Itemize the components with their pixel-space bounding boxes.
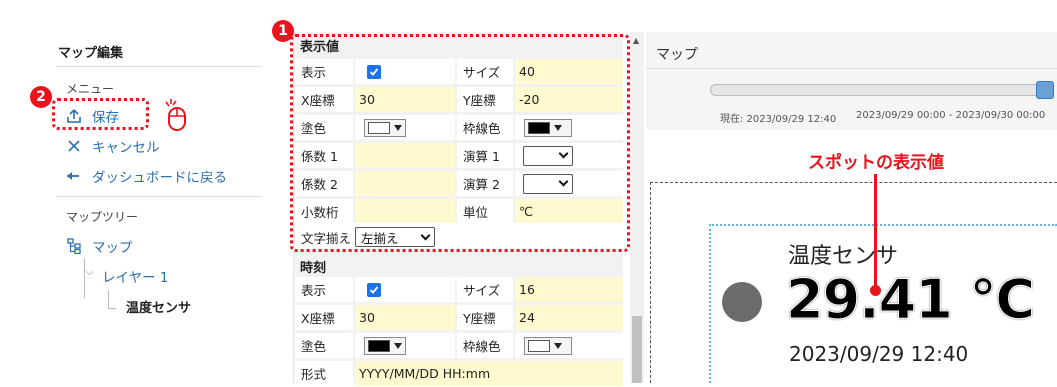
time-stroke-cell — [515, 333, 623, 358]
time-slider[interactable] — [710, 84, 1050, 96]
tree-map-label: マップ — [92, 240, 133, 256]
tree-item-sensor[interactable]: 温度センサ — [126, 297, 191, 316]
time-row-show: 表示 サイズ 16 — [295, 276, 623, 303]
time-row-colors: 塗色 枠線色 — [295, 332, 623, 359]
annotation-frame-save — [52, 98, 149, 130]
caret-down-icon — [394, 342, 402, 349]
divider — [646, 68, 1057, 69]
caret-down-icon — [554, 342, 562, 349]
time-row-xy: X座標 30 Y座標 24 — [295, 304, 623, 331]
divider — [56, 196, 262, 197]
time-range: 2023/09/29 00:00 - 2023/09/30 00:00 — [856, 110, 1046, 121]
scrollbar-thumb[interactable] — [632, 316, 642, 383]
time-format-label: 形式 — [295, 361, 353, 386]
tree-icon — [66, 238, 82, 254]
time-show-label: 表示 — [295, 277, 353, 302]
sensor-status-indicator — [722, 282, 762, 322]
annotation-frame-display — [290, 34, 630, 252]
tree-item-layer[interactable]: レイヤー 1 — [102, 266, 168, 286]
time-stroke-color-picker[interactable] — [524, 336, 572, 355]
tree-connector — [108, 308, 116, 309]
color-swatch — [368, 339, 390, 352]
divider — [56, 66, 262, 67]
tree-connector — [108, 290, 109, 308]
mouse-click-icon — [160, 98, 192, 136]
time-y-label: Y座標 — [457, 305, 513, 330]
time-group-title: 時刻 — [300, 261, 327, 276]
current-time: 現在: 2023/09/29 12:40 — [720, 114, 837, 125]
time-fill-color-picker[interactable] — [364, 336, 406, 355]
sensor-name: 温度センサ — [788, 244, 899, 269]
cancel-label: キャンセル — [92, 140, 160, 156]
tree-heading: マップツリー — [66, 210, 139, 224]
time-show-cell — [355, 277, 455, 302]
menu-heading: メニュー — [66, 82, 115, 96]
time-fill-label: 塗色 — [295, 333, 353, 358]
close-icon — [66, 138, 82, 154]
sensor-value: 29.41 ℃ — [786, 268, 1036, 332]
annotation-badge-2: 2 — [30, 86, 52, 108]
time-fill-cell — [355, 333, 455, 358]
time-show-checkbox[interactable] — [367, 282, 381, 297]
time-format-input[interactable]: YYYY/MM/DD HH:mm — [355, 361, 623, 386]
time-size-label: サイズ — [457, 277, 513, 302]
tree-item-map[interactable]: マップ — [66, 236, 133, 256]
sidebar-title: マップ編集 — [58, 46, 124, 61]
time-stroke-label: 枠線色 — [457, 333, 513, 358]
scroll-up-icon[interactable]: ▲ — [633, 36, 639, 45]
cancel-button[interactable]: キャンセル — [66, 136, 160, 156]
spot-value-annotation: スポットの表示値 — [808, 153, 944, 173]
time-size-input[interactable]: 16 — [515, 277, 623, 302]
sensor-timestamp: 2023/09/29 12:40 — [789, 342, 969, 366]
map-title: マップ — [656, 47, 698, 63]
time-x-input[interactable]: 30 — [355, 305, 455, 330]
time-slider-handle[interactable] — [1036, 81, 1054, 99]
chevron-down-icon[interactable]: ⌵ — [86, 267, 94, 278]
arrow-left-icon — [66, 168, 82, 184]
back-to-dashboard-button[interactable]: ダッシュボードに戻る — [66, 166, 227, 186]
time-x-label: X座標 — [295, 305, 353, 330]
back-label: ダッシュボードに戻る — [92, 170, 227, 186]
annotation-pointer-line — [874, 174, 877, 288]
tree-connector — [84, 258, 85, 298]
annotation-pointer-dot — [870, 285, 881, 296]
sidebar — [0, 0, 270, 383]
time-y-input[interactable]: 24 — [515, 305, 623, 330]
color-swatch — [528, 339, 550, 352]
